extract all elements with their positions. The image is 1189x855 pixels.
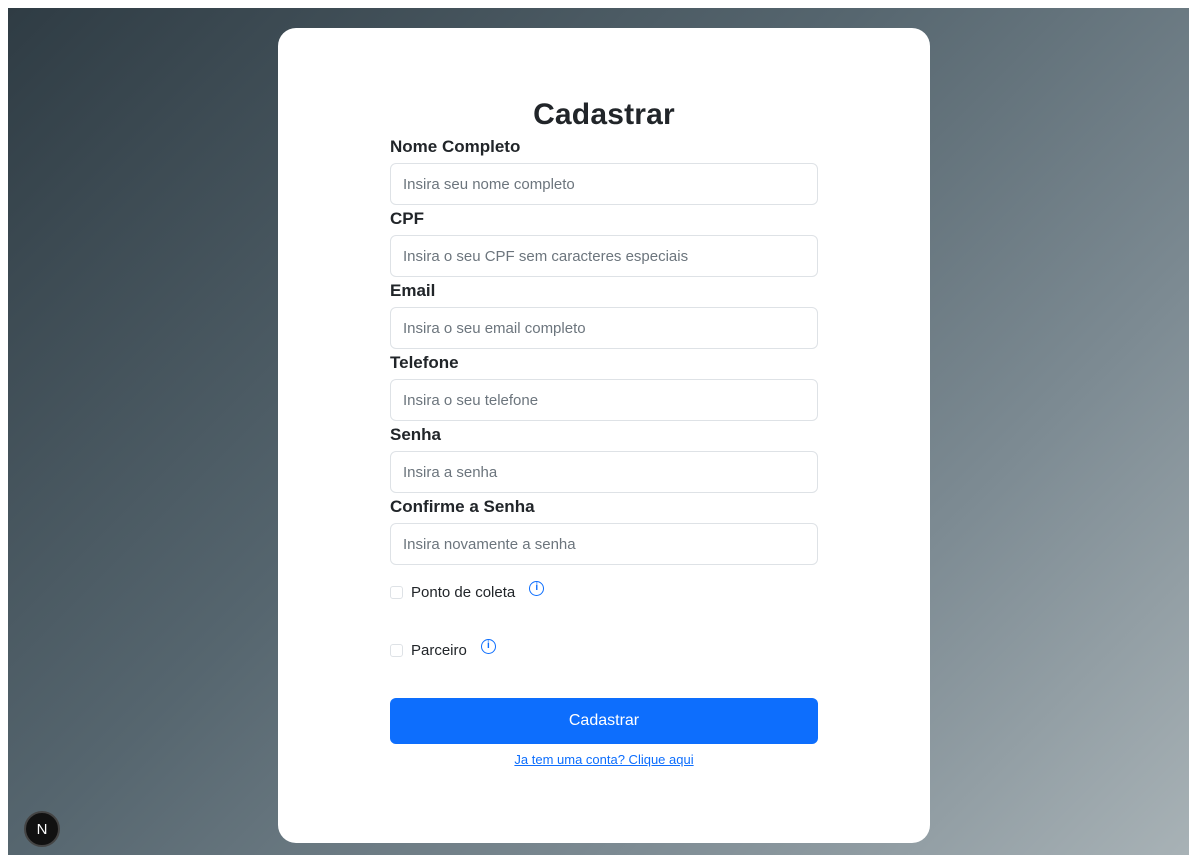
full-name-input[interactable] (390, 163, 818, 205)
confirm-password-input[interactable] (390, 523, 818, 565)
phone-input[interactable] (390, 379, 818, 421)
confirm-password-label: Confirme a Senha (390, 497, 535, 516)
partner-label[interactable]: Parceiro (411, 642, 467, 659)
badge-letter: N (36, 820, 48, 838)
email-label: Email (390, 281, 436, 300)
email-input[interactable] (390, 307, 818, 349)
partner-checkbox[interactable] (390, 643, 403, 657)
page-title: Cadastrar (533, 98, 675, 131)
password-label: Senha (390, 425, 442, 444)
full-name-label: Nome Completo (390, 137, 521, 156)
password-input[interactable] (390, 451, 818, 493)
cpf-input[interactable] (390, 235, 818, 277)
register-card: Cadastrar Nome Completo CPF Email Telefo… (278, 28, 930, 843)
phone-label: Telefone (390, 353, 459, 372)
collection-point-label[interactable]: Ponto de coleta (411, 584, 515, 601)
nextjs-devtools-icon[interactable]: N (24, 811, 60, 847)
collection-point-option: Ponto de coleta i (390, 580, 545, 602)
info-icon[interactable]: i (480, 638, 496, 654)
register-button[interactable]: Cadastrar (390, 698, 818, 744)
info-icon[interactable]: i (529, 580, 545, 596)
partner-option: Parceiro i (390, 638, 496, 660)
collection-point-checkbox[interactable] (390, 585, 403, 599)
cpf-label: CPF (390, 209, 424, 228)
login-link[interactable]: Ja tem uma conta? Clique aqui (278, 752, 930, 767)
